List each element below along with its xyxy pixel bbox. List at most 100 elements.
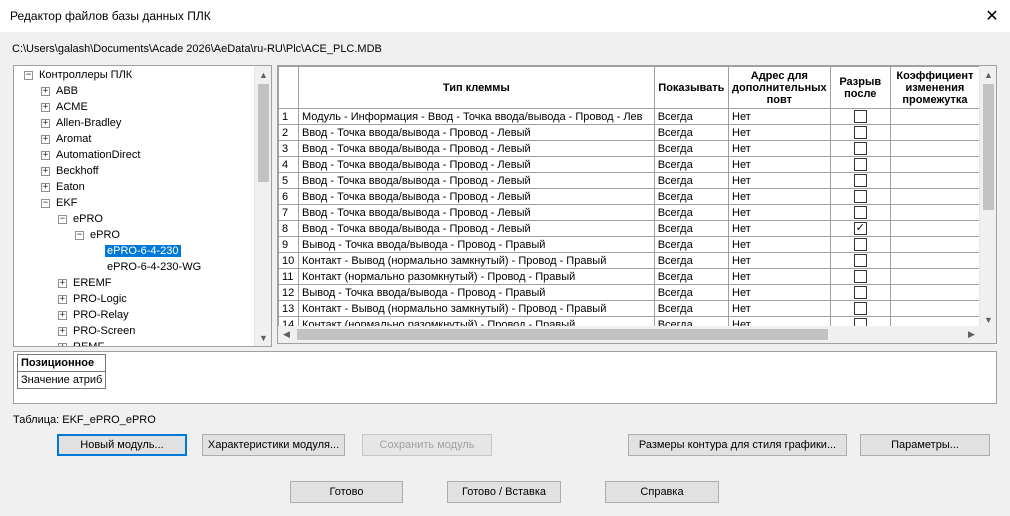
cell-coefficient[interactable] [889, 140, 980, 157]
cell-coefficient[interactable] [889, 108, 980, 125]
cell-coefficient[interactable] [889, 268, 980, 285]
tree-item-family[interactable]: + PRO-Screen [58, 323, 137, 339]
table-row[interactable]: 3 Ввод - Точка ввода/вывода - Провод - Ле… [278, 140, 980, 157]
collapse-icon[interactable]: − [58, 214, 67, 224]
done-button[interactable]: Готово [290, 481, 403, 503]
cell-show[interactable]: Всегда [653, 284, 730, 301]
tree-item-family[interactable]: + REMF [58, 339, 106, 346]
tree-item-manufacturer[interactable]: + Aromat [41, 131, 93, 147]
cell-terminal-type[interactable]: Модуль - Информация - Ввод - Точка ввода… [297, 108, 655, 125]
cell-address[interactable]: Нет [728, 140, 831, 157]
cell-terminal-type[interactable]: Ввод - Точка ввода/вывода - Провод - Лев… [297, 172, 655, 189]
tree-vertical-scrollbar[interactable]: ▲ ▼ [254, 66, 271, 346]
cell-show[interactable]: Всегда [653, 172, 730, 189]
expand-icon[interactable]: + [58, 294, 67, 304]
cell-address[interactable]: Нет [728, 172, 831, 189]
help-button[interactable]: Справка [605, 481, 719, 503]
table-row[interactable]: 5 Ввод - Точка ввода/вывода - Провод - Ле… [278, 172, 980, 189]
collapse-icon[interactable]: − [24, 70, 33, 80]
cell-terminal-type[interactable]: Ввод - Точка ввода/вывода - Провод - Лев… [297, 156, 655, 173]
row-number[interactable]: 5 [278, 172, 299, 189]
row-number[interactable]: 4 [278, 156, 299, 173]
table-row[interactable]: 1 Модуль - Информация - Ввод - Точка ввод… [278, 108, 980, 125]
close-icon[interactable]: ✕ [974, 0, 1010, 32]
row-number[interactable]: 3 [278, 140, 299, 157]
checkbox[interactable] [853, 158, 867, 172]
expand-icon[interactable]: + [41, 134, 50, 144]
col-header-coefficient[interactable]: Коэффициент изменения промежутка [889, 66, 980, 109]
checkbox[interactable] [853, 174, 867, 188]
table-row[interactable]: 4 Ввод - Точка ввода/вывода - Провод - Ле… [278, 156, 980, 173]
cell-address[interactable]: Нет [728, 204, 831, 221]
cell-address[interactable]: Нет [728, 300, 831, 317]
cell-break-after[interactable] [829, 284, 891, 301]
parameters-button[interactable]: Параметры... [860, 434, 990, 456]
grid-horizontal-scrollbar[interactable]: ◀ ▶ [278, 326, 980, 343]
checkbox[interactable] [853, 286, 867, 300]
tree-item-manufacturer[interactable]: + ABB [41, 83, 80, 99]
cell-break-after[interactable] [829, 188, 891, 205]
cell-break-after[interactable] [829, 108, 891, 125]
tree-item-family[interactable]: − ePRO [58, 211, 105, 227]
checkbox[interactable] [853, 302, 867, 316]
cell-show[interactable]: Всегда [653, 124, 730, 141]
scroll-right-icon[interactable]: ▶ [963, 326, 980, 343]
cell-coefficient[interactable] [889, 188, 980, 205]
scroll-left-icon[interactable]: ◀ [278, 326, 295, 343]
table-row[interactable]: 7 Ввод - Точка ввода/вывода - Провод - Ле… [278, 204, 980, 221]
expand-icon[interactable]: + [58, 342, 67, 346]
cell-show[interactable]: Всегда [653, 108, 730, 125]
col-header-show[interactable]: Показывать [653, 66, 730, 109]
cell-address[interactable]: Нет [728, 124, 831, 141]
cell-terminal-type[interactable]: Ввод - Точка ввода/вывода - Провод - Лев… [297, 124, 655, 141]
scroll-down-icon[interactable]: ▼ [255, 329, 271, 346]
row-number[interactable]: 1 [278, 108, 299, 125]
checkbox[interactable] [853, 206, 867, 220]
cell-coefficient[interactable] [889, 284, 980, 301]
cell-show[interactable]: Всегда [653, 188, 730, 205]
cell-terminal-type[interactable]: Ввод - Точка ввода/вывода - Провод - Лев… [297, 188, 655, 205]
checkbox-checked[interactable]: ✓ [853, 222, 867, 236]
cell-show[interactable]: Всегда [653, 268, 730, 285]
cell-terminal-type[interactable]: Вывод - Точка ввода/вывода - Провод - Пр… [297, 236, 655, 253]
cell-show[interactable]: Всегда [653, 300, 730, 317]
tree-item-family[interactable]: + EREMF [58, 275, 114, 291]
cell-address[interactable]: Нет [728, 236, 831, 253]
cell-break-after[interactable] [829, 252, 891, 269]
row-number[interactable]: 11 [278, 268, 299, 285]
row-number[interactable]: 9 [278, 236, 299, 253]
cell-show[interactable]: Всегда [653, 204, 730, 221]
attribute-header[interactable]: Позиционное [16, 354, 107, 372]
done-insert-button[interactable]: Готово / Вставка [447, 481, 561, 503]
cell-coefficient[interactable] [889, 300, 980, 317]
tree-item-manufacturer[interactable]: + ACME [41, 99, 90, 115]
scroll-up-icon[interactable]: ▲ [255, 66, 271, 83]
cell-break-after[interactable] [829, 236, 891, 253]
cell-show[interactable]: Всегда [653, 156, 730, 173]
attribute-value[interactable]: Значение атриб [16, 371, 107, 389]
cell-terminal-type[interactable]: Контакт - Вывод (нормально замкнутый) - … [297, 252, 655, 269]
row-number[interactable]: 12 [278, 284, 299, 301]
cell-address[interactable]: Нет [728, 268, 831, 285]
tree-item-manufacturer[interactable]: − EKF [41, 195, 79, 211]
col-header-break[interactable]: Разрыв после [829, 66, 891, 109]
table-row[interactable]: 2 Ввод - Точка ввода/вывода - Провод - Ле… [278, 124, 980, 141]
tree-root[interactable]: − Контроллеры ПЛК [24, 67, 134, 83]
collapse-icon[interactable]: − [41, 198, 50, 208]
cell-address[interactable]: Нет [728, 252, 831, 269]
cell-address[interactable]: Нет [728, 188, 831, 205]
cell-show[interactable]: Всегда [653, 236, 730, 253]
tree-item-model[interactable]: ePRO-6-4-230 [92, 243, 181, 259]
expand-icon[interactable]: + [41, 86, 50, 96]
checkbox[interactable] [853, 270, 867, 284]
expand-icon[interactable]: + [58, 326, 67, 336]
tree-item-model[interactable]: ePRO-6-4-230-WG [92, 259, 203, 275]
expand-icon[interactable]: + [58, 310, 67, 320]
table-row[interactable]: 11 Контакт (нормально разомкнутый) - Пров… [278, 268, 980, 285]
row-number[interactable]: 6 [278, 188, 299, 205]
scroll-up-icon[interactable]: ▲ [980, 66, 996, 83]
cell-coefficient[interactable] [889, 156, 980, 173]
collapse-icon[interactable]: − [75, 230, 84, 240]
tree-item-family[interactable]: + PRO-Logic [58, 291, 129, 307]
save-module-button[interactable]: Сохранить модуль [362, 434, 492, 456]
